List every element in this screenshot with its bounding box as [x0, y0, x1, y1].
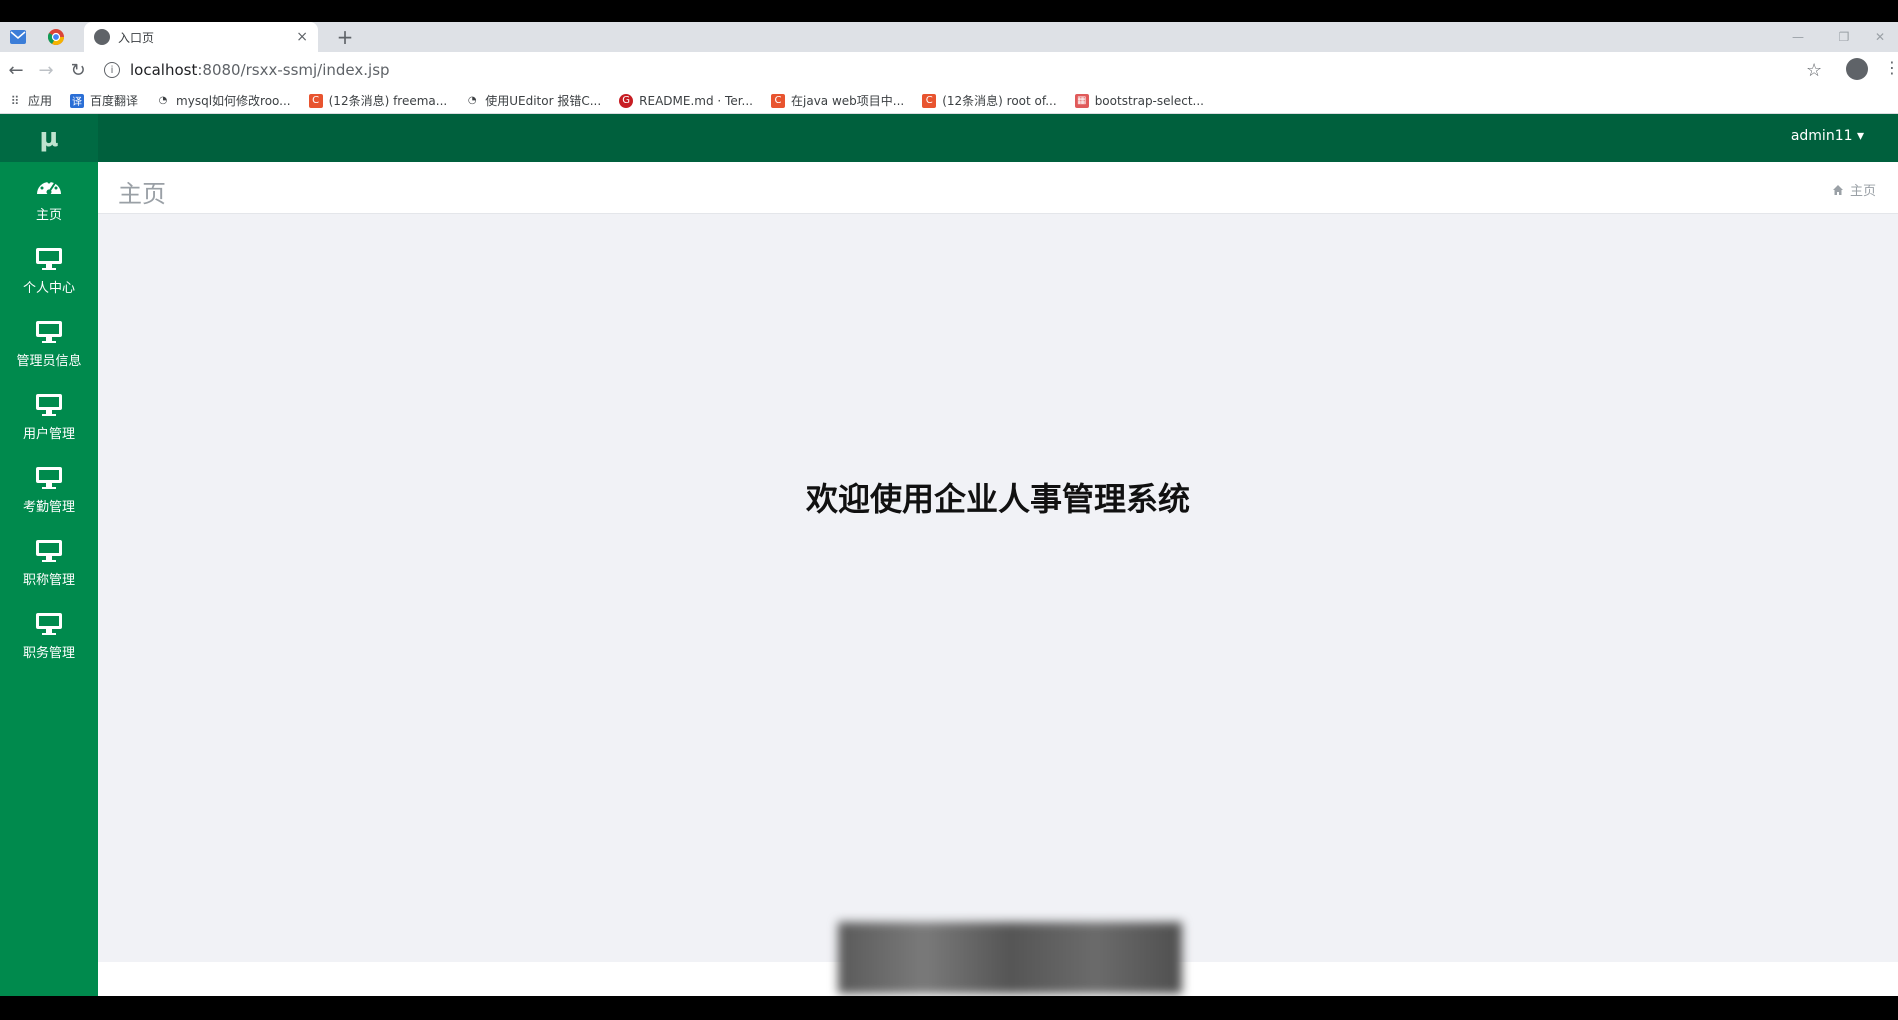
bookmark-label: 应用 — [28, 94, 53, 108]
url-path: :8080/rsxx-ssmj/index.jsp — [197, 61, 390, 79]
bookmark-label: (12条消息) root of... — [942, 94, 1057, 108]
profile-avatar-icon[interactable] — [1846, 58, 1868, 80]
info-icon[interactable]: i — [104, 62, 120, 78]
bookmark-label: bootstrap-select... — [1094, 93, 1204, 108]
sidebar-item-label: 主页 — [35, 208, 62, 223]
bookmarks-bar: ⠿ 应用 译百度翻译 ◔ mysql如何修改roo... C (12条消息) free… — [0, 88, 1898, 114]
close-icon[interactable]: × — [296, 29, 308, 45]
minimize-icon[interactable]: — — [1780, 22, 1816, 52]
page-title: 主页 — [118, 180, 166, 208]
sidebar-item-title-management[interactable]: 职称管理 — [0, 527, 98, 600]
sidebar-item-label: 个人中心 — [22, 281, 75, 296]
bookmark-label: 百度翻译 — [90, 94, 139, 108]
screen-bottom-bar — [0, 996, 1898, 1020]
bookmark-item[interactable]: ◔ 使用UEditor 报错C... — [465, 92, 601, 109]
browser-menu-icon[interactable]: ⋮ — [1884, 58, 1898, 77]
browser-toolbar: ← → ↻ i localhost:8080/rsxx-ssmj/index.j… — [0, 52, 1898, 88]
breadcrumb[interactable]: 主页 — [1832, 180, 1876, 199]
window-close-icon[interactable]: ✕ — [1862, 22, 1898, 52]
site-icon: ▦ — [1074, 93, 1089, 108]
sidebar-item-label: 职称管理 — [22, 573, 75, 588]
chrome-pinned-tab-icon[interactable] — [46, 27, 66, 47]
csdn-icon: C — [922, 93, 937, 108]
monitor-icon — [36, 394, 62, 416]
sidebar-item-label: 职务管理 — [22, 646, 75, 661]
bookmark-item[interactable]: C 在java web项目中... — [771, 92, 904, 109]
top-navbar: admin11 ▾ — [98, 114, 1898, 162]
web-app: μ 主页 个人中心 管理员信息 用户管理 考勤管理 职称管理 职务管理 admi… — [0, 114, 1898, 996]
sidebar-item-attendance[interactable]: 考勤管理 — [0, 454, 98, 527]
bookmark-label: README.md · Ter... — [639, 93, 753, 108]
csdn-icon: C — [771, 93, 785, 108]
dashboard-icon — [37, 180, 61, 195]
screen-top-bar — [0, 0, 1898, 22]
sidebar-item-home[interactable]: 主页 — [0, 162, 98, 235]
site-icon: ◔ — [467, 95, 477, 106]
mail-pinned-tab-icon[interactable] — [8, 27, 28, 47]
csdn-icon: C — [308, 93, 323, 108]
monitor-icon — [36, 540, 62, 562]
sidebar-item-personal-center[interactable]: 个人中心 — [0, 235, 98, 308]
monitor-icon — [36, 467, 62, 489]
breadcrumb-label: 主页 — [1849, 184, 1876, 199]
bookmark-label: 使用UEditor 报错C... — [485, 94, 602, 108]
bookmark-item[interactable]: C (12条消息) freema... — [308, 92, 448, 109]
sidebar-item-label: 管理员信息 — [16, 354, 82, 369]
blurred-watermark — [838, 922, 1182, 994]
url-host: localhost — [130, 61, 198, 79]
bookmark-item[interactable]: G README.md · Ter... — [619, 93, 753, 108]
bookmark-item[interactable]: ◔ mysql如何修改roo... — [156, 92, 291, 109]
new-tab-button[interactable]: + — [332, 24, 358, 50]
reload-icon[interactable]: ↻ — [64, 56, 92, 84]
bookmark-item[interactable]: C (12条消息) root of... — [922, 92, 1057, 109]
sidebar-item-admin-info[interactable]: 管理员信息 — [0, 308, 98, 381]
bookmark-apps[interactable]: ⠿ 应用 — [8, 92, 52, 109]
bookmark-item[interactable]: 译百度翻译 — [70, 92, 138, 109]
sidebar-item-user-management[interactable]: 用户管理 — [0, 381, 98, 454]
monitor-icon — [36, 321, 62, 343]
monitor-icon — [36, 613, 62, 635]
sidebar-item-label: 用户管理 — [22, 427, 75, 442]
screen: 入口页 × + — ❐ ✕ ← → ↻ i localhost:8080/rsx… — [0, 0, 1898, 1020]
user-dropdown[interactable]: admin11 ▾ — [1791, 128, 1864, 144]
apps-grid-icon: ⠿ — [10, 93, 20, 108]
bookmark-label: 在java web项目中... — [791, 94, 905, 108]
active-browser-tab[interactable]: 入口页 × — [84, 22, 318, 52]
sidebar-item-label: 考勤管理 — [22, 500, 75, 515]
home-icon — [1832, 184, 1843, 195]
tab-title: 入口页 — [118, 30, 155, 45]
forward-arrow-icon[interactable]: → — [32, 56, 60, 84]
gitee-icon: G — [619, 93, 634, 108]
site-icon: ◔ — [158, 95, 168, 106]
sidebar: μ 主页 个人中心 管理员信息 用户管理 考勤管理 职称管理 职务管理 — [0, 114, 98, 996]
globe-icon — [94, 29, 110, 45]
sidebar-item-position-management[interactable]: 职务管理 — [0, 600, 98, 673]
restore-icon[interactable]: ❐ — [1826, 22, 1862, 52]
welcome-heading: 欢迎使用企业人事管理系统 — [805, 480, 1190, 518]
bookmark-label: (12条消息) freema... — [328, 94, 448, 108]
bookmark-label: mysql如何修改roo... — [176, 94, 291, 108]
bookmark-item[interactable]: ▦ bootstrap-select... — [1074, 93, 1204, 108]
address-bar[interactable]: i localhost:8080/rsxx-ssmj/index.jsp — [104, 56, 1804, 84]
app-logo[interactable]: μ — [0, 114, 98, 162]
bookmark-star-icon[interactable]: ☆ — [1806, 60, 1822, 81]
page-header: 主页 主页 — [98, 162, 1898, 214]
translate-icon: 译 — [70, 93, 85, 108]
monitor-icon — [36, 248, 62, 270]
back-arrow-icon[interactable]: ← — [2, 56, 30, 84]
